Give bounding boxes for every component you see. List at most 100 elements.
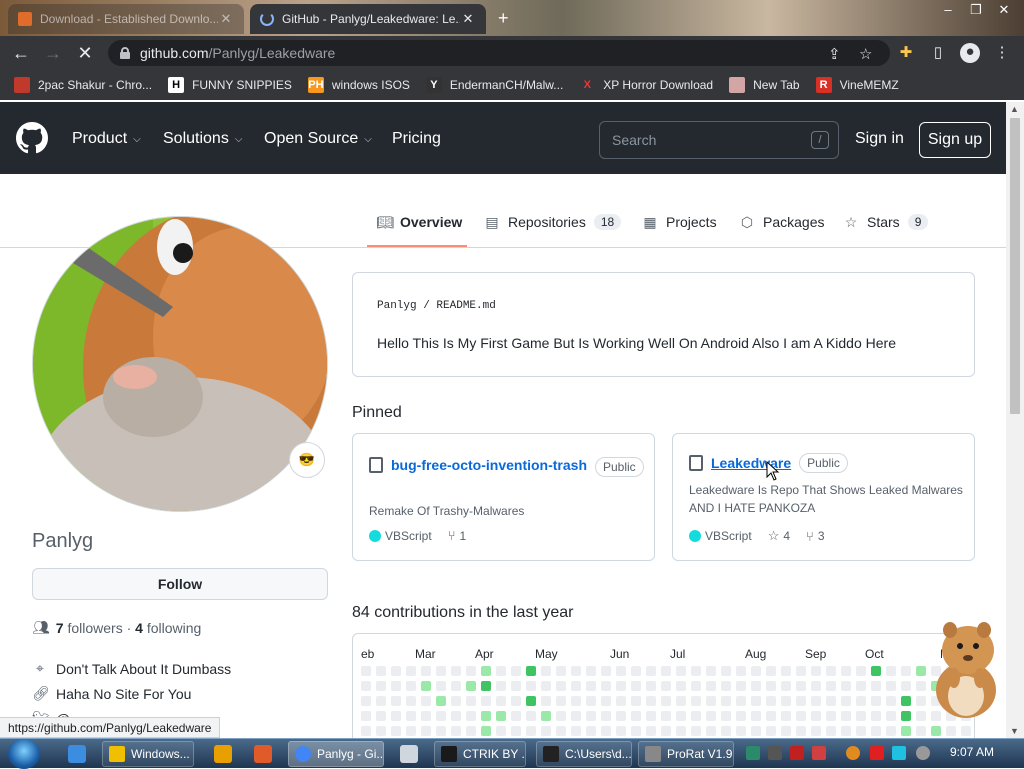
contribution-cell[interactable]: [841, 696, 851, 706]
contribution-cell[interactable]: [586, 696, 596, 706]
bookmark-item[interactable]: 2pac Shakur - Chro...: [14, 77, 152, 93]
scrollbar-thumb[interactable]: [1010, 118, 1020, 414]
contribution-cell[interactable]: [931, 726, 941, 736]
share-icon[interactable]: ⇪: [828, 45, 841, 63]
contribution-cell[interactable]: [466, 696, 476, 706]
contribution-cell[interactable]: [526, 711, 536, 721]
contribution-cell[interactable]: [901, 696, 911, 706]
contribution-cell[interactable]: [586, 711, 596, 721]
contribution-cell[interactable]: [751, 726, 761, 736]
contribution-cell[interactable]: [541, 696, 551, 706]
contribution-cell[interactable]: [646, 711, 656, 721]
address-bar[interactable]: github.com/Panlyg/Leakedware ⇪ ☆: [108, 40, 890, 66]
calculator-icon[interactable]: [400, 745, 418, 763]
contribution-cell[interactable]: [676, 726, 686, 736]
browser-tab-github[interactable]: GitHub - Panlyg/Leakedware: Le... ✕: [250, 4, 486, 34]
tray-app-icon[interactable]: [812, 746, 826, 760]
contribution-cell[interactable]: [706, 666, 716, 676]
contribution-cell[interactable]: [616, 696, 626, 706]
contribution-cell[interactable]: [406, 681, 416, 691]
contribution-cell[interactable]: [631, 726, 641, 736]
contribution-cell[interactable]: [706, 681, 716, 691]
start-button[interactable]: [8, 739, 40, 769]
taskbar-item[interactable]: Windows...: [102, 741, 194, 767]
contribution-cell[interactable]: [886, 666, 896, 676]
contribution-cell[interactable]: [751, 696, 761, 706]
contribution-cell[interactable]: [721, 726, 731, 736]
repo-name-link[interactable]: bug-free-octo-invention-trash: [391, 457, 587, 473]
contribution-cell[interactable]: [421, 696, 431, 706]
contribution-cell[interactable]: [541, 681, 551, 691]
contribution-cell[interactable]: [826, 696, 836, 706]
contribution-cell[interactable]: [451, 666, 461, 676]
contribution-cell[interactable]: [841, 711, 851, 721]
contribution-cell[interactable]: [811, 726, 821, 736]
contribution-cell[interactable]: [556, 681, 566, 691]
contribution-cell[interactable]: [361, 726, 371, 736]
contribution-cell[interactable]: [901, 711, 911, 721]
contribution-cell[interactable]: [466, 666, 476, 676]
contribution-cell[interactable]: [706, 726, 716, 736]
contribution-cell[interactable]: [841, 726, 851, 736]
contribution-cell[interactable]: [676, 681, 686, 691]
contribution-cell[interactable]: [526, 666, 536, 676]
contribution-cell[interactable]: [436, 666, 446, 676]
contribution-cell[interactable]: [781, 711, 791, 721]
search-input[interactable]: Search /: [599, 121, 839, 159]
contribution-cell[interactable]: [691, 681, 701, 691]
contribution-cell[interactable]: [586, 681, 596, 691]
nav-open-source[interactable]: Open Source ⌵: [264, 130, 372, 148]
close-tab-icon[interactable]: ✕: [460, 11, 476, 27]
contribution-cell[interactable]: [481, 726, 491, 736]
media-player-icon[interactable]: [214, 745, 232, 763]
contribution-cell[interactable]: [511, 696, 521, 706]
tray-app-icon[interactable]: [870, 746, 884, 760]
contribution-cell[interactable]: [601, 696, 611, 706]
contribution-cell[interactable]: [841, 681, 851, 691]
contribution-cell[interactable]: [871, 681, 881, 691]
minimize-button[interactable]: –: [934, 2, 962, 20]
contribution-cell[interactable]: [421, 681, 431, 691]
contribution-cell[interactable]: [691, 726, 701, 736]
contribution-cell[interactable]: [766, 666, 776, 676]
followers-link[interactable]: followers: [67, 620, 122, 636]
contribution-cell[interactable]: [601, 681, 611, 691]
contribution-cell[interactable]: [901, 666, 911, 676]
contribution-cell[interactable]: [496, 666, 506, 676]
contribution-cell[interactable]: [376, 711, 386, 721]
contribution-cell[interactable]: [526, 726, 536, 736]
contribution-cell[interactable]: [406, 726, 416, 736]
contribution-cell[interactable]: [556, 726, 566, 736]
contribution-cell[interactable]: [571, 696, 581, 706]
contribution-cell[interactable]: [661, 666, 671, 676]
contribution-cell[interactable]: [601, 711, 611, 721]
contribution-cell[interactable]: [496, 696, 506, 706]
stop-loading-icon[interactable]: ✕: [74, 42, 96, 64]
contribution-cell[interactable]: [901, 726, 911, 736]
contribution-cell[interactable]: [421, 726, 431, 736]
contribution-cell[interactable]: [856, 681, 866, 691]
contribution-cell[interactable]: [676, 666, 686, 676]
contribution-cell[interactable]: [571, 726, 581, 736]
contribution-cell[interactable]: [796, 711, 806, 721]
maximize-button[interactable]: ❐: [962, 2, 990, 20]
contribution-cell[interactable]: [556, 666, 566, 676]
contribution-cell[interactable]: [376, 726, 386, 736]
repo-stars[interactable]: ☆ 4: [768, 528, 790, 544]
contribution-cell[interactable]: [661, 711, 671, 721]
contribution-cell[interactable]: [616, 681, 626, 691]
taskbar-clock[interactable]: 9:07 AM: [950, 745, 994, 759]
bookmark-item[interactable]: H FUNNY SNIPPIES: [168, 77, 292, 93]
contribution-cell[interactable]: [661, 681, 671, 691]
taskbar-item[interactable]: ProRat V1.9: [638, 741, 734, 767]
scroll-down-icon[interactable]: ▼: [1010, 726, 1019, 736]
contribution-cell[interactable]: [796, 666, 806, 676]
contribution-cell[interactable]: [631, 696, 641, 706]
contribution-cell[interactable]: [376, 681, 386, 691]
contribution-cell[interactable]: [406, 666, 416, 676]
bookmark-item[interactable]: Y EndermanCH/Malw...: [425, 77, 563, 93]
contribution-cell[interactable]: [886, 711, 896, 721]
volume-icon[interactable]: [916, 746, 930, 760]
contribution-cell[interactable]: [916, 726, 926, 736]
bookmark-item[interactable]: PH windows ISOS: [307, 77, 410, 93]
